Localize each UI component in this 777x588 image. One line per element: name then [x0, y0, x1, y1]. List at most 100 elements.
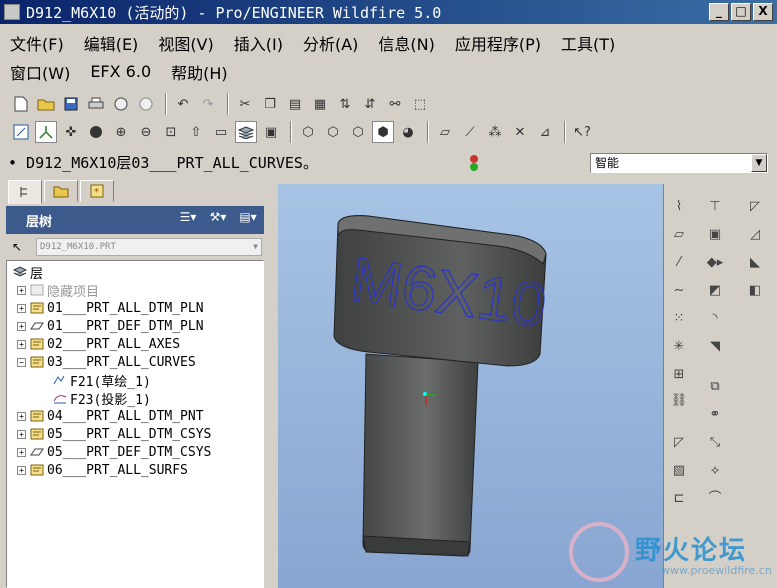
tree-item[interactable]: + 06___PRT_ALL_SURFS [17, 461, 188, 479]
tree-item[interactable]: + 01___PRT_ALL_DTM_PLN [17, 299, 204, 317]
refit-icon[interactable]: ⊡ [160, 121, 182, 143]
active-object-select[interactable]: D912_M6X10.PRT ▼ [36, 238, 262, 256]
layers-menu-icon[interactable]: ☰▾ [176, 210, 200, 228]
regenerate-manager-icon[interactable]: ⇵ [359, 93, 381, 115]
select-box-icon[interactable]: ⬚ [409, 93, 431, 115]
datum-points-icon[interactable]: ⁂ [484, 121, 506, 143]
blend-tool-icon[interactable]: ◧ [744, 280, 766, 302]
cursor-select-icon[interactable]: ↖ [12, 240, 22, 254]
menu-help[interactable]: 帮助(H) [171, 60, 228, 84]
expand-icon[interactable]: + [17, 285, 26, 295]
curve-tool-icon[interactable]: ∼ [668, 280, 690, 302]
wireframe-icon[interactable]: ⬡ [297, 121, 319, 143]
datum-plane-tool-icon[interactable]: ⌇ [668, 196, 690, 218]
reorient-icon[interactable]: ⇧ [185, 121, 207, 143]
tree-item[interactable]: + 01___PRT_DEF_DTM_PLN [17, 317, 204, 335]
trim-tool-icon[interactable]: ⟡ [704, 460, 726, 482]
annotation-tool-icon[interactable]: ◸ [668, 432, 690, 454]
hole-tool-icon[interactable]: ⊤ [704, 196, 726, 218]
spin-center-icon[interactable] [35, 121, 57, 143]
menu-edit[interactable]: 编辑(E) [84, 31, 139, 55]
csys-tool-icon[interactable]: ✳ [668, 336, 690, 358]
shading-icon[interactable]: ⬢ [372, 121, 394, 143]
menu-analysis[interactable]: 分析(A) [303, 31, 358, 55]
menu-efx[interactable]: EFX 6.0 [90, 62, 151, 81]
sweep-tool-icon[interactable]: ◥ [704, 336, 726, 358]
tree-root[interactable]: 层 [13, 263, 43, 282]
menu-window[interactable]: 窗口(W) [10, 60, 70, 84]
rib-tool-icon[interactable]: ◆▸ [704, 252, 726, 274]
draft-tool-icon[interactable]: ◣ [744, 252, 766, 274]
tab-model-tree[interactable] [8, 180, 42, 204]
annotations-icon[interactable]: ⊿ [534, 121, 556, 143]
point-tool-icon[interactable]: ⁙ [668, 308, 690, 330]
round-tool-icon[interactable]: ◸ [744, 196, 766, 218]
repaint-icon[interactable] [10, 121, 32, 143]
merge-tool-icon[interactable]: ⤡ [704, 432, 726, 454]
hidden-line-icon[interactable]: ⬡ [322, 121, 344, 143]
expand-icon[interactable]: + [17, 429, 26, 439]
view-manager-icon[interactable]: ▣ [260, 121, 282, 143]
pattern-tool-icon[interactable]: ⚭ [704, 404, 726, 426]
tab-favorites[interactable]: * [80, 180, 114, 202]
revolve-tool-icon[interactable]: ◝ [704, 308, 726, 330]
navigator-splitter[interactable] [266, 184, 276, 588]
axis-tool-icon[interactable]: ⁄ [668, 252, 690, 274]
save-icon[interactable] [60, 93, 82, 115]
tree-item[interactable]: + 05___PRT_ALL_DTM_CSYS [17, 425, 211, 443]
extend-tool-icon[interactable]: ⌒ [704, 488, 726, 510]
new-file-icon[interactable] [10, 93, 32, 115]
selection-filter-select[interactable]: 智能 ▼ [590, 153, 768, 173]
tree-item[interactable]: F23(投影_1) [53, 389, 151, 408]
undo-icon[interactable]: ↶ [172, 93, 194, 115]
plane-tool-icon[interactable]: ▱ [668, 224, 690, 246]
analysis-tool-icon[interactable]: ⊞ [668, 364, 690, 386]
datum-axes-icon[interactable]: ⟋ [459, 121, 481, 143]
layers-icon[interactable] [235, 121, 257, 143]
expand-icon[interactable]: + [17, 303, 26, 313]
datum-planes-icon[interactable]: ▱ [434, 121, 456, 143]
expand-icon[interactable]: + [17, 411, 26, 421]
chevron-down-icon[interactable]: ▼ [751, 154, 767, 172]
chain-tool-icon[interactable]: ⛓ [668, 390, 690, 412]
tree-item[interactable]: + 02___PRT_ALL_AXES [17, 335, 180, 353]
orient-mode-icon[interactable]: ✜ [60, 121, 82, 143]
mirror-tool-icon[interactable]: ⧉ [704, 376, 726, 398]
model-tree-display-icon[interactable]: ◕ [397, 121, 419, 143]
expand-icon[interactable]: + [17, 339, 26, 349]
coordinate-systems-icon[interactable]: ✕ [509, 121, 531, 143]
open-folder-icon[interactable] [35, 93, 57, 115]
menu-info[interactable]: 信息(N) [378, 31, 434, 55]
appearance-icon[interactable] [85, 121, 107, 143]
tree-item[interactable]: + 隐藏项目 [17, 281, 99, 300]
minimize-button[interactable]: _ [709, 3, 729, 21]
expand-icon[interactable]: + [17, 465, 26, 475]
zoom-out-icon[interactable]: ⊖ [135, 121, 157, 143]
tree-item[interactable]: F21(草绘_1) [53, 371, 151, 390]
tab-folder-browser[interactable] [44, 180, 78, 202]
context-help-icon[interactable]: ↖? [571, 121, 593, 143]
print-icon[interactable] [85, 93, 107, 115]
menu-tools[interactable]: 工具(T) [561, 31, 615, 55]
layer-tools-icon[interactable]: ⚒▾ [206, 210, 230, 228]
group-tool-icon[interactable]: ▧ [668, 460, 690, 482]
zoom-in-icon[interactable]: ⊕ [110, 121, 132, 143]
redo-icon[interactable]: ↷ [197, 93, 219, 115]
tree-item[interactable]: + 05___PRT_DEF_DTM_CSYS [17, 443, 211, 461]
saved-views-icon[interactable]: ▭ [210, 121, 232, 143]
expand-icon[interactable]: + [17, 321, 26, 331]
cut-icon[interactable]: ✂ [234, 93, 256, 115]
menu-view[interactable]: 视图(V) [158, 31, 213, 55]
bolt-model[interactable]: M6X10 [333, 215, 551, 557]
layer-show-icon[interactable]: ▤▾ [236, 210, 260, 228]
email-link-icon[interactable] [135, 93, 157, 115]
copy-icon[interactable]: ❐ [259, 93, 281, 115]
extrude-tool-icon[interactable]: ◩ [704, 280, 726, 302]
maximize-button[interactable]: □ [731, 3, 751, 21]
menu-file[interactable]: 文件(F) [10, 31, 64, 55]
close-button[interactable]: X [753, 3, 773, 21]
no-hidden-icon[interactable]: ⬡ [347, 121, 369, 143]
tree-item[interactable]: + 04___PRT_ALL_DTM_PNT [17, 407, 204, 425]
copy-feature-icon[interactable]: ⊏ [668, 488, 690, 510]
menu-insert[interactable]: 插入(I) [234, 31, 283, 55]
